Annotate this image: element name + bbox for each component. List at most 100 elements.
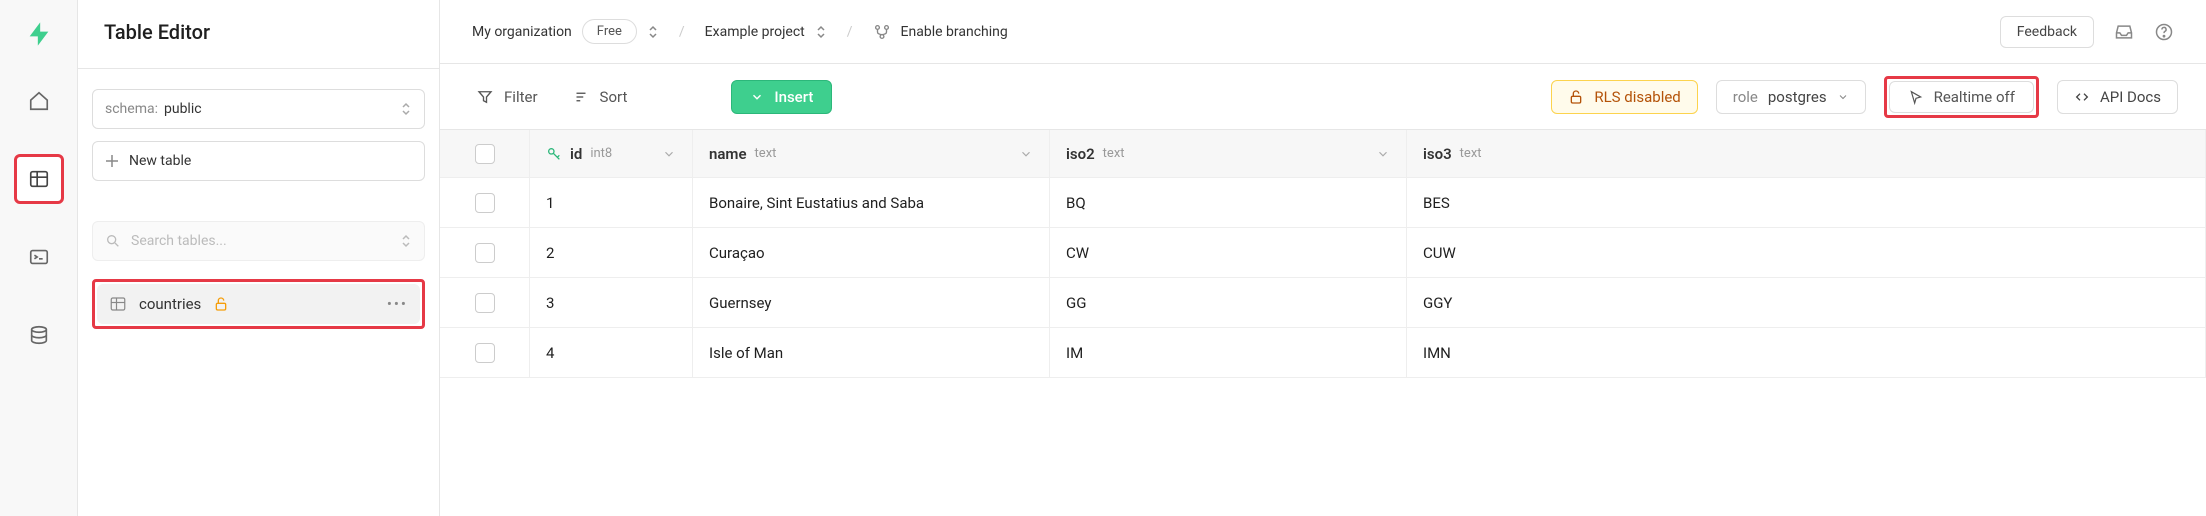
cell-iso2[interactable]: IM [1050, 328, 1407, 377]
cell-iso2[interactable]: GG [1050, 278, 1407, 327]
nav-rail [0, 0, 78, 516]
breadcrumb-separator: / [679, 24, 685, 40]
row-select-cell[interactable] [440, 278, 530, 327]
cell-name[interactable]: Curaçao [693, 228, 1050, 277]
sql-editor-icon[interactable] [14, 232, 64, 282]
cell-iso3[interactable]: CUW [1407, 228, 2206, 277]
plus-icon [105, 154, 119, 168]
column-name: name [709, 145, 747, 163]
home-icon[interactable] [14, 76, 64, 126]
table-editor-icon[interactable] [14, 154, 64, 204]
chevron-down-icon [1837, 91, 1849, 103]
cell-id[interactable]: 4 [530, 328, 693, 377]
role-select[interactable]: role postgres [1716, 80, 1866, 114]
cell-name[interactable]: Bonaire, Sint Eustatius and Saba [693, 178, 1050, 227]
org-name: My organization [472, 24, 572, 40]
realtime-button[interactable]: Realtime off [1889, 81, 2034, 113]
table-row[interactable]: 4Isle of ManIMIMN [440, 328, 2206, 378]
cell-iso2[interactable]: CW [1050, 228, 1407, 277]
search-icon [105, 233, 121, 249]
cell-id[interactable]: 2 [530, 228, 693, 277]
checkbox[interactable] [475, 144, 495, 164]
cell-name[interactable]: Isle of Man [693, 328, 1050, 377]
highlight-box: countries ••• [92, 279, 425, 329]
cell-iso2[interactable]: BQ [1050, 178, 1407, 227]
filter-button[interactable]: Filter [468, 82, 546, 112]
org-selector[interactable]: My organization Free [472, 19, 659, 44]
insert-label: Insert [774, 88, 813, 106]
feedback-button[interactable]: Feedback [2000, 16, 2094, 48]
highlight-box: Realtime off [1884, 76, 2039, 118]
table-row[interactable]: 3GuernseyGGGGY [440, 278, 2206, 328]
api-docs-button[interactable]: API Docs [2057, 80, 2178, 114]
branch-icon [873, 23, 891, 41]
unlock-icon [1568, 89, 1584, 105]
column-name: iso3 [1423, 145, 1452, 163]
data-grid: id int8 name text iso2 text iso3 text [440, 130, 2206, 516]
insert-button[interactable]: Insert [731, 80, 832, 114]
checkbox[interactable] [475, 193, 495, 213]
chevron-updown-icon [400, 233, 412, 249]
chevron-down-icon[interactable] [1019, 147, 1033, 161]
sort-label: Sort [600, 88, 628, 106]
column-header-name[interactable]: name text [693, 130, 1050, 177]
sidebar: Table Editor schema: public New table Se… [78, 0, 440, 516]
role-label: role [1733, 88, 1758, 106]
help-icon[interactable] [2154, 22, 2174, 42]
realtime-label: Realtime off [1934, 88, 2015, 106]
column-header-iso3[interactable]: iso3 text [1407, 130, 2206, 177]
column-header-id[interactable]: id int8 [530, 130, 693, 177]
cell-iso3[interactable]: BES [1407, 178, 2206, 227]
rls-status-button[interactable]: RLS disabled [1551, 80, 1697, 114]
more-icon[interactable]: ••• [387, 295, 408, 313]
logo-icon[interactable] [25, 20, 53, 48]
chevron-updown-icon [647, 24, 659, 40]
role-value: postgres [1768, 88, 1827, 106]
row-select-cell[interactable] [440, 228, 530, 277]
table-row[interactable]: 1Bonaire, Sint Eustatius and SabaBQBES [440, 178, 2206, 228]
cell-iso3[interactable]: GGY [1407, 278, 2206, 327]
table-name: countries [139, 295, 201, 313]
table-item-countries[interactable]: countries ••• [97, 284, 420, 324]
schema-label: schema: [105, 101, 158, 117]
checkbox[interactable] [475, 343, 495, 363]
table-icon [109, 295, 127, 313]
grid-header: id int8 name text iso2 text iso3 text [440, 130, 2206, 178]
main: My organization Free / Example project /… [440, 0, 2206, 516]
sort-button[interactable]: Sort [564, 82, 636, 112]
enable-branching-button[interactable]: Enable branching [873, 23, 1008, 41]
inbox-icon[interactable] [2114, 22, 2134, 42]
cell-id[interactable]: 1 [530, 178, 693, 227]
cell-name[interactable]: Guernsey [693, 278, 1050, 327]
row-select-cell[interactable] [440, 178, 530, 227]
search-placeholder: Search tables... [131, 233, 227, 249]
breadcrumb: My organization Free / Example project /… [440, 0, 2206, 64]
row-select-cell[interactable] [440, 328, 530, 377]
chevron-down-icon[interactable] [1376, 147, 1390, 161]
new-table-button[interactable]: New table [92, 141, 425, 181]
code-icon [2074, 89, 2090, 105]
search-tables-input[interactable]: Search tables... [92, 221, 425, 261]
chevron-down-icon[interactable] [662, 147, 676, 161]
column-header-iso2[interactable]: iso2 text [1050, 130, 1407, 177]
chevron-down-icon [750, 90, 764, 104]
checkbox[interactable] [475, 243, 495, 263]
toolbar: Filter Sort Insert RLS disabled [440, 64, 2206, 130]
new-table-label: New table [129, 153, 191, 169]
column-name: iso2 [1066, 145, 1095, 163]
project-selector[interactable]: Example project [705, 24, 827, 40]
database-icon[interactable] [14, 310, 64, 360]
column-type: text [755, 146, 777, 161]
column-type: text [1460, 146, 1482, 161]
table-row[interactable]: 2CuraçaoCWCUW [440, 228, 2206, 278]
page-title: Table Editor [78, 0, 439, 69]
cell-iso3[interactable]: IMN [1407, 328, 2206, 377]
select-all-cell[interactable] [440, 130, 530, 177]
checkbox[interactable] [475, 293, 495, 313]
api-docs-label: API Docs [2100, 88, 2161, 106]
cell-id[interactable]: 3 [530, 278, 693, 327]
column-name: id [570, 145, 582, 163]
schema-select[interactable]: schema: public [92, 89, 425, 129]
breadcrumb-separator: / [847, 24, 853, 40]
column-type: text [1103, 146, 1125, 161]
